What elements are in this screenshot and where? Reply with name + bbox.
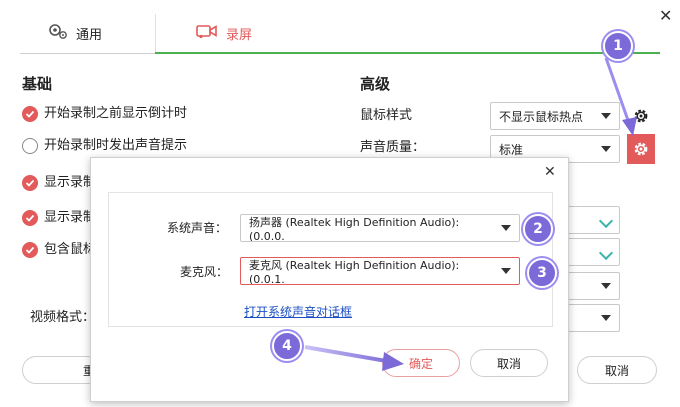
arrow-1 (604, 57, 632, 127)
annotation-badge-2: 2 (523, 214, 553, 244)
arrow-1-head (622, 117, 637, 136)
arrow-4 (304, 345, 393, 364)
annotation-badge-1: 1 (603, 31, 633, 61)
annotation-arrows (304, 57, 637, 371)
annotation-badge-3: 3 (527, 258, 557, 288)
arrow-4-head (382, 352, 404, 371)
annotation-badge-4: 4 (272, 331, 302, 361)
